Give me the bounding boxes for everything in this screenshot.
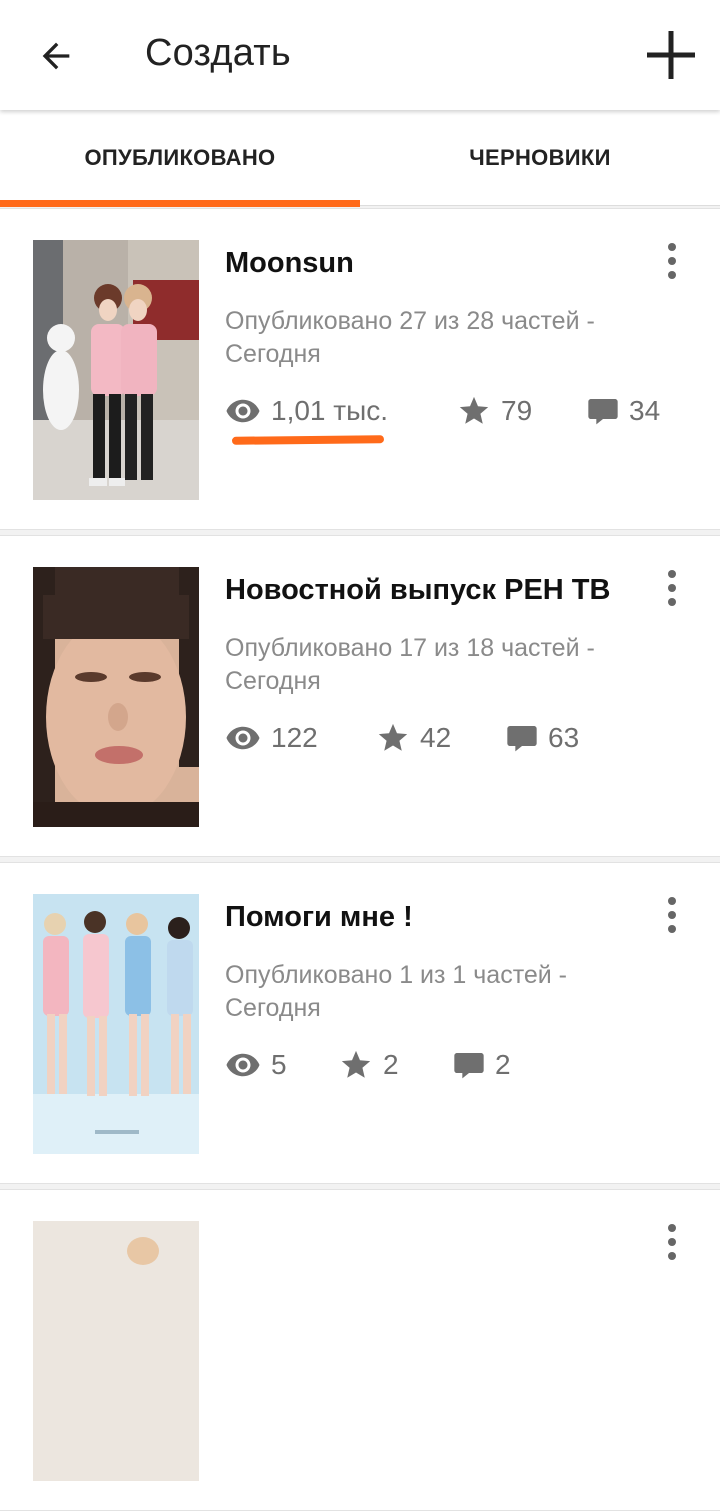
story-cover-image (33, 1221, 199, 1481)
comments-count: 63 (548, 722, 580, 753)
star-icon (341, 1050, 371, 1078)
more-vertical-icon (668, 1224, 676, 1232)
story-updated-date: Сегодня (225, 340, 321, 368)
views-count: 1,01 тыс. (271, 395, 389, 426)
comments-count: 34 (629, 395, 661, 426)
story-more-options-button[interactable] (654, 1220, 690, 1264)
comments-stat: 34 (587, 391, 660, 431)
story-card[interactable]: Новостной выпуск РЕН ТВ Опубликовано 17 … (0, 535, 720, 857)
votes-stat: 42 (376, 718, 451, 758)
add-story-button[interactable] (640, 24, 702, 86)
story-cover-image (33, 567, 199, 827)
story-publish-status: Опубликовано 17 из 18 частей - Сегодня (225, 632, 665, 698)
story-updated-date: Сегодня (225, 994, 321, 1022)
story-updated-date: Сегодня (225, 667, 321, 695)
page-title: Создать (145, 32, 291, 74)
tab-drafts-label: ЧЕРНОВИКИ (469, 145, 611, 170)
arrow-left-icon (42, 42, 70, 70)
votes-count: 79 (501, 395, 533, 426)
story-title: Moonsun (225, 247, 354, 279)
story-publish-status: Опубликовано 27 из 28 частей - Сегодня (225, 305, 665, 371)
story-parts-count: Опубликовано 17 из 18 частей - (225, 634, 595, 662)
more-vertical-icon (668, 897, 676, 905)
votes-stat: 79 (457, 391, 532, 431)
comments-stat: 63 (506, 718, 579, 758)
comment-icon (454, 1053, 484, 1079)
story-parts-count: Опубликовано 27 из 28 частей - (225, 307, 595, 335)
story-parts-count: Опубликовано 1 из 1 частей - (225, 961, 568, 989)
story-cover-image (33, 240, 199, 500)
story-title: Новостной выпуск РЕН ТВ (225, 574, 611, 606)
story-publish-status: Опубликовано 1 из 1 частей - Сегодня (225, 959, 665, 1025)
votes-count: 42 (420, 722, 452, 753)
views-highlight-underline (231, 435, 385, 445)
tab-bar: ОПУБЛИКОВАНО ЧЕРНОВИКИ (0, 110, 720, 207)
plus-icon (647, 31, 695, 79)
story-stats: 1,01 тыс. 79 34 (225, 391, 695, 431)
comments-count: 2 (495, 1049, 511, 1080)
story-stats: 5 2 2 (225, 1045, 695, 1085)
comment-icon (507, 726, 537, 752)
eye-icon (226, 726, 260, 750)
back-button[interactable] (30, 30, 82, 82)
star-icon (459, 396, 489, 424)
story-title: Помоги мне ! (225, 901, 413, 933)
views-count: 5 (271, 1049, 287, 1080)
views-count: 122 (271, 722, 318, 753)
tab-drafts[interactable]: ЧЕРНОВИКИ (360, 110, 720, 206)
more-vertical-icon (668, 243, 676, 251)
story-more-options-button[interactable] (654, 893, 690, 937)
eye-icon (226, 399, 260, 423)
story-more-options-button[interactable] (654, 566, 690, 610)
story-cover-image (33, 894, 199, 1154)
votes-count: 2 (383, 1049, 399, 1080)
star-icon (378, 723, 408, 751)
eye-icon (226, 1053, 260, 1077)
comment-icon (588, 399, 618, 425)
votes-stat: 2 (339, 1045, 399, 1085)
tab-published[interactable]: ОПУБЛИКОВАНО (0, 110, 360, 207)
views-stat: 1,01 тыс. (225, 391, 388, 431)
tab-published-label: ОПУБЛИКОВАНО (84, 145, 276, 170)
views-stat: 122 (225, 718, 318, 758)
story-stats: 122 42 63 (225, 718, 695, 758)
story-card[interactable]: Moonsun Опубликовано 27 из 28 частей - С… (0, 208, 720, 530)
more-vertical-icon (668, 570, 676, 578)
story-card[interactable]: Помоги мне ! Опубликовано 1 из 1 частей … (0, 862, 720, 1184)
story-more-options-button[interactable] (654, 239, 690, 283)
story-card[interactable] (0, 1189, 720, 1511)
app-bar: Создать (0, 0, 720, 110)
views-stat: 5 (225, 1045, 287, 1085)
comments-stat: 2 (453, 1045, 511, 1085)
active-tab-indicator (0, 200, 360, 207)
